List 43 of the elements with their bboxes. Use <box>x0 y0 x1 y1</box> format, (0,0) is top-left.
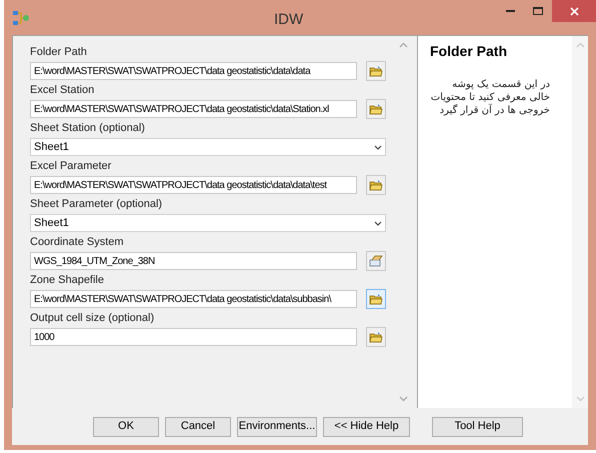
folder-icon <box>369 293 383 305</box>
scroll-down-icon[interactable] <box>399 396 408 402</box>
field-label: Excel Parameter <box>30 159 112 173</box>
folder-icon <box>369 179 383 191</box>
input-field[interactable]: E:\word\MASTER\SWAT\SWATPROJECT\data geostatistic\data\Station.xl <box>30 100 357 118</box>
folder-icon <box>369 331 383 343</box>
field-label: Excel Station <box>30 83 96 97</box>
window-title: IDW <box>274 10 304 30</box>
field-label: Output cell size (optional) <box>30 311 156 325</box>
field-label: Coordinate System <box>30 235 125 249</box>
input-field[interactable]: WGS_1984_UTM_Zone_38N <box>30 252 357 270</box>
close-button[interactable] <box>552 0 596 22</box>
input-field[interactable]: E:\word\MASTER\SWAT\SWATPROJECT\data geostatistic\data\subbasin\ <box>30 290 357 308</box>
browse-button[interactable] <box>366 289 386 309</box>
input-field[interactable]: E:\word\MASTER\SWAT\SWATPROJECT\data geostatistic\data\data <box>30 62 357 80</box>
close-icon <box>570 6 578 16</box>
dropdown[interactable]: Sheet1 <box>30 138 386 156</box>
field-label: Sheet Station (optional) <box>30 121 146 135</box>
dialog-button[interactable]: Environments... <box>237 416 317 436</box>
input-field[interactable]: E:\word\MASTER\SWAT\SWATPROJECT\data geostatistic\data\data\test <box>30 176 357 194</box>
help-text: در این قسمت یک پوشه خالی معرفی کنید تا محتویات خروجی ها در آن قرار گیرد <box>430 78 550 117</box>
help-title: Folder Path <box>430 42 508 61</box>
dropdown[interactable]: Sheet1 <box>30 214 386 232</box>
browse-button[interactable] <box>366 327 386 347</box>
dialog-button[interactable]: Tool Help <box>432 416 523 436</box>
model-icon <box>12 10 30 26</box>
browse-button[interactable] <box>366 99 386 119</box>
properties-button[interactable] <box>366 251 386 271</box>
folder-icon <box>369 65 383 77</box>
form-icon <box>369 255 383 267</box>
field-label: Zone Shapefile <box>30 273 105 287</box>
dialog-button[interactable]: << Hide Help <box>323 416 410 436</box>
dialog-button[interactable]: OK <box>93 416 159 436</box>
field-label: Folder Path <box>30 45 88 59</box>
input-field[interactable]: 1000 <box>30 328 357 346</box>
field-label: Sheet Parameter (optional) <box>30 197 164 211</box>
dialog-button[interactable]: Cancel <box>165 416 231 436</box>
browse-button[interactable] <box>366 175 386 195</box>
caret-icon <box>374 220 382 226</box>
caret-icon <box>374 144 382 150</box>
scroll-up-icon[interactable] <box>399 42 408 48</box>
browse-button[interactable] <box>366 61 386 81</box>
folder-icon <box>369 103 383 115</box>
